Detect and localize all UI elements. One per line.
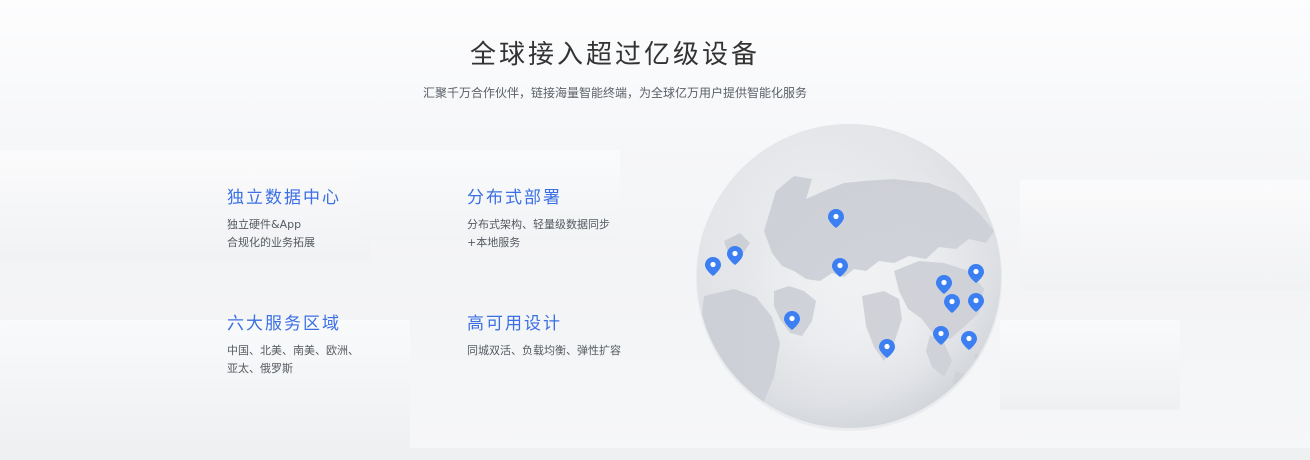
background-block	[0, 448, 1310, 460]
feature-high-availability: 高可用设计 同城双活、负载均衡、弹性扩容	[467, 309, 677, 360]
feature-description-line: 同城双活、负载均衡、弹性扩容	[467, 344, 621, 357]
feature-description-line: 中国、北美、南美、欧洲、	[227, 344, 359, 357]
feature-title: 高可用设计	[467, 314, 562, 334]
feature-distributed-deployment: 分布式部署 分布式架构、轻量级数据同步 +本地服务	[467, 183, 677, 252]
feature-six-service-regions: 六大服务区域 中国、北美、南美、欧洲、 亚太、俄罗斯	[227, 309, 437, 378]
feature-description-line: 亚太、俄罗斯	[227, 362, 293, 375]
feature-description-line: +本地服务	[467, 236, 521, 249]
feature-description-line: 独立硬件&App	[227, 218, 302, 231]
feature-title: 独立数据中心	[227, 188, 341, 208]
feature-description-line: 分布式架构、轻量级数据同步	[467, 218, 610, 231]
globe-illustration	[696, 124, 1002, 431]
background-block	[1000, 320, 1180, 410]
page-title: 全球接入超过亿级设备	[469, 40, 760, 70]
page-subtitle: 汇聚千万合作伙伴，链接海量智能终端，为全球亿万用户提供智能化服务	[422, 86, 807, 100]
feature-title: 分布式部署	[467, 188, 562, 208]
feature-independent-datacenter: 独立数据中心 独立硬件&App 合规化的业务拓展	[227, 183, 437, 252]
feature-description-line: 合规化的业务拓展	[227, 236, 315, 249]
feature-title: 六大服务区域	[227, 314, 341, 334]
world-globe	[694, 121, 1004, 431]
background-block	[1020, 180, 1310, 290]
